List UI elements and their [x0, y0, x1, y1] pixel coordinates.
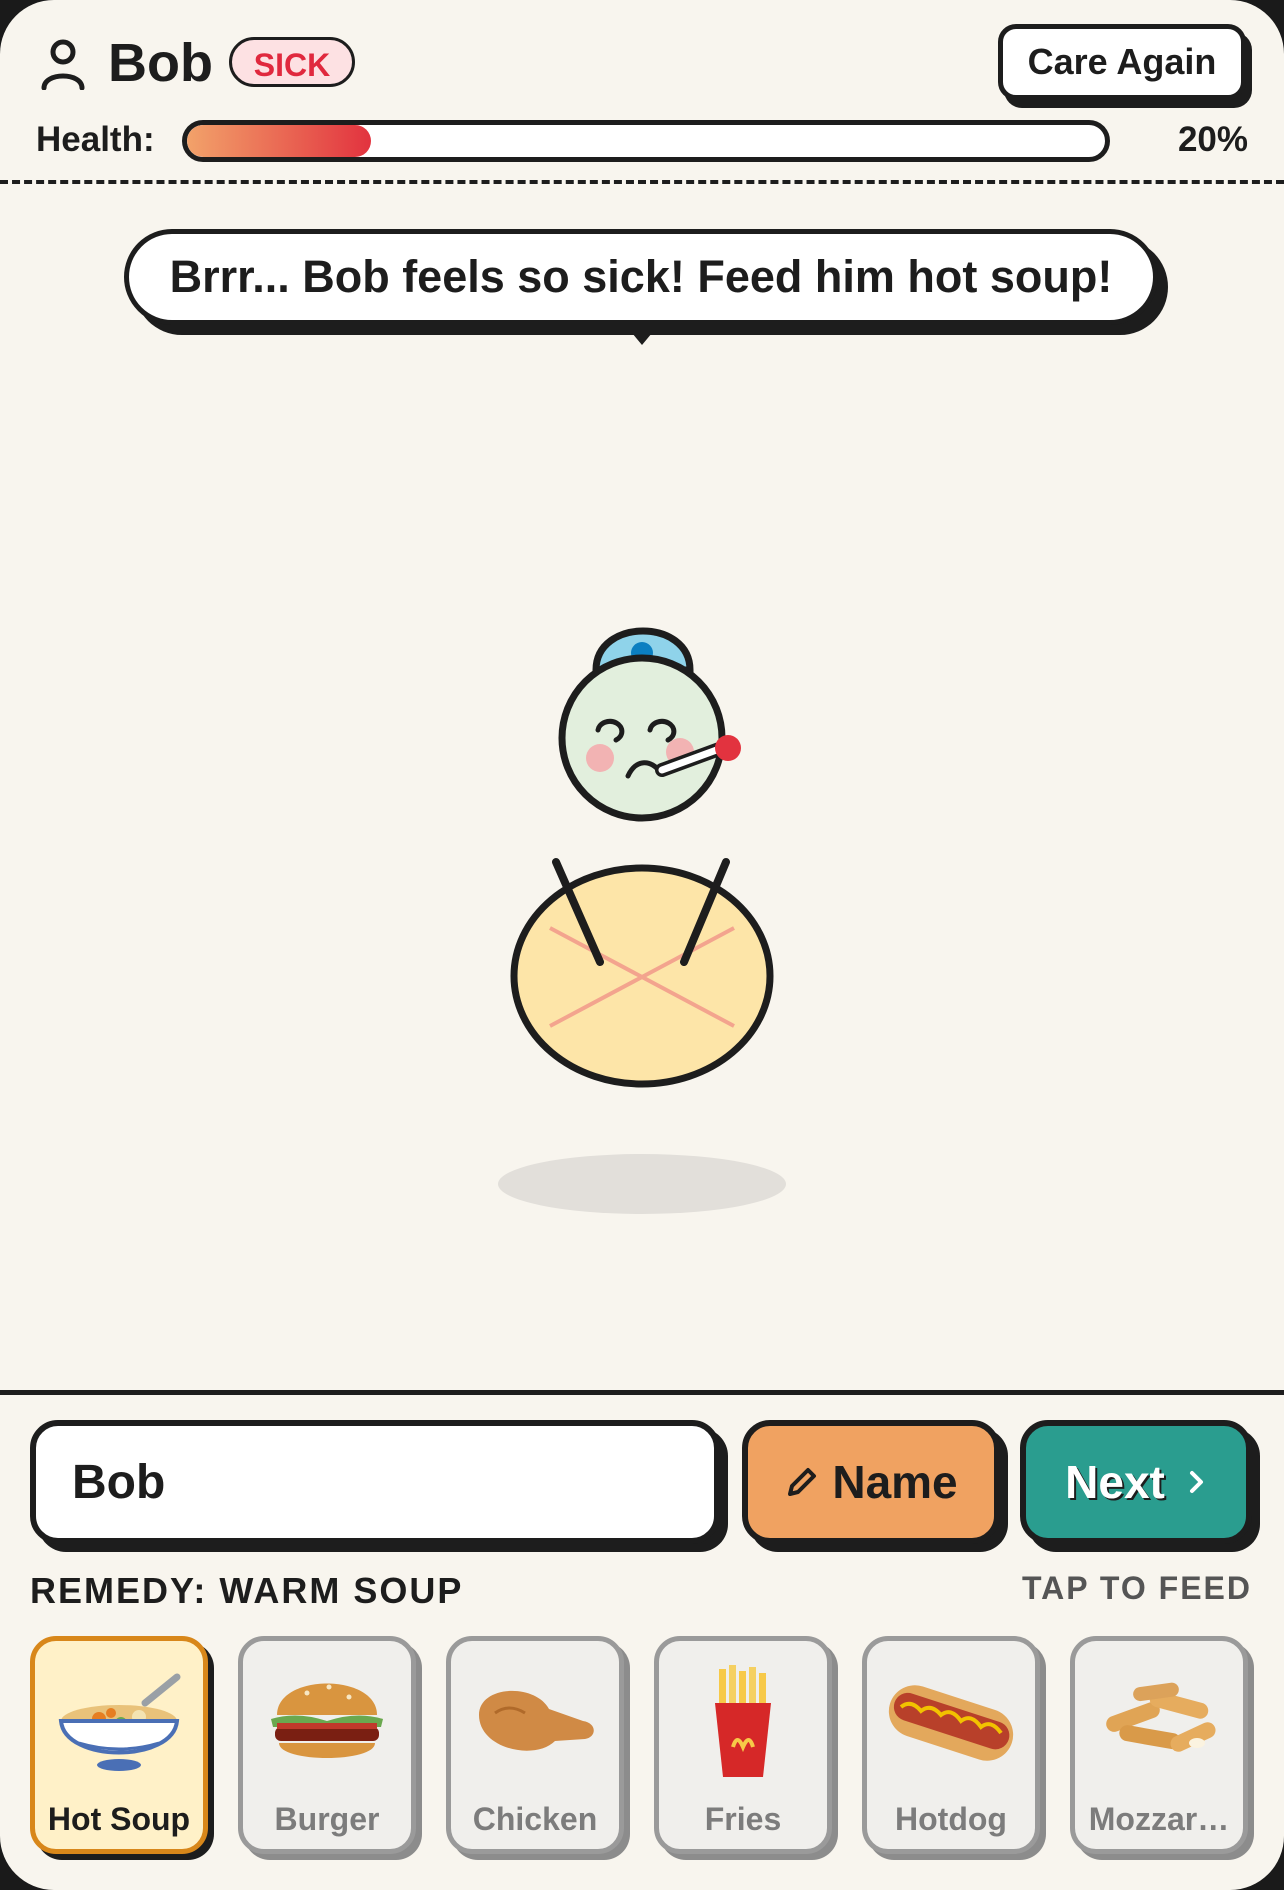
pet-shadow	[498, 1154, 786, 1214]
soup-icon	[58, 1673, 181, 1771]
food-tray: Hot Soup Burger Chicken Fries Hotdog Moz…	[30, 1636, 1260, 1856]
next-button-label: Next	[1065, 1456, 1165, 1508]
health-label: Health:	[36, 120, 155, 159]
hotdog-icon	[888, 1685, 1014, 1761]
food-card-mozzarella[interactable]: Mozzar…	[1070, 1636, 1248, 1854]
fries-icon	[715, 1665, 771, 1777]
pet-name-input[interactable]	[30, 1420, 720, 1544]
controls-divider	[0, 1390, 1284, 1395]
health-bar-fill	[187, 125, 371, 157]
next-button[interactable]: Next	[1020, 1420, 1252, 1544]
food-card-label: Hotdog	[895, 1801, 1007, 1837]
burger-icon	[271, 1683, 383, 1758]
user-icon	[41, 39, 85, 90]
status-badge: SICK	[229, 37, 355, 87]
sick-pet-character[interactable]	[470, 600, 810, 1240]
food-card-label: Hot Soup	[47, 1801, 191, 1837]
remedy-label: REMEDY: WARM SOUP	[30, 1570, 464, 1611]
status-header: Bob SICK Care Again Health: 20%	[0, 0, 1284, 184]
food-card-label: Chicken	[472, 1801, 598, 1837]
pet-name-title: Bob	[108, 33, 213, 93]
mozzarella-sticks-icon	[1106, 1682, 1216, 1752]
chicken-leg-icon	[479, 1690, 594, 1751]
food-card-chicken[interactable]: Chicken	[446, 1636, 624, 1854]
tap-to-feed-hint: TAP TO FEED	[1021, 1570, 1252, 1606]
header-divider	[0, 180, 1284, 184]
rename-button[interactable]: Name	[742, 1420, 1000, 1544]
food-card-burger[interactable]: Burger	[238, 1636, 416, 1854]
food-card-fries[interactable]: Fries	[654, 1636, 832, 1854]
care-again-button[interactable]: Care Again	[998, 24, 1246, 100]
food-card-label: Mozzar…	[1088, 1801, 1230, 1837]
food-card-hot-soup[interactable]: Hot Soup	[30, 1636, 208, 1854]
speech-bubble: Brrr... Bob feels so sick! Feed him hot …	[124, 229, 1158, 325]
rename-button-label: Name	[832, 1456, 958, 1508]
pet-head	[558, 654, 726, 822]
app-frame: Bob SICK Care Again Health: 20% Brrr... …	[0, 0, 1284, 1890]
pencil-icon	[788, 1468, 817, 1496]
chevron-right-icon	[1189, 1471, 1203, 1493]
health-bar	[182, 120, 1110, 162]
food-card-label: Fries	[704, 1801, 782, 1837]
food-card-hotdog[interactable]: Hotdog	[862, 1636, 1040, 1854]
food-card-label: Burger	[274, 1801, 380, 1837]
speech-bubble-tail	[632, 333, 652, 345]
health-percent: 20%	[1177, 120, 1248, 159]
